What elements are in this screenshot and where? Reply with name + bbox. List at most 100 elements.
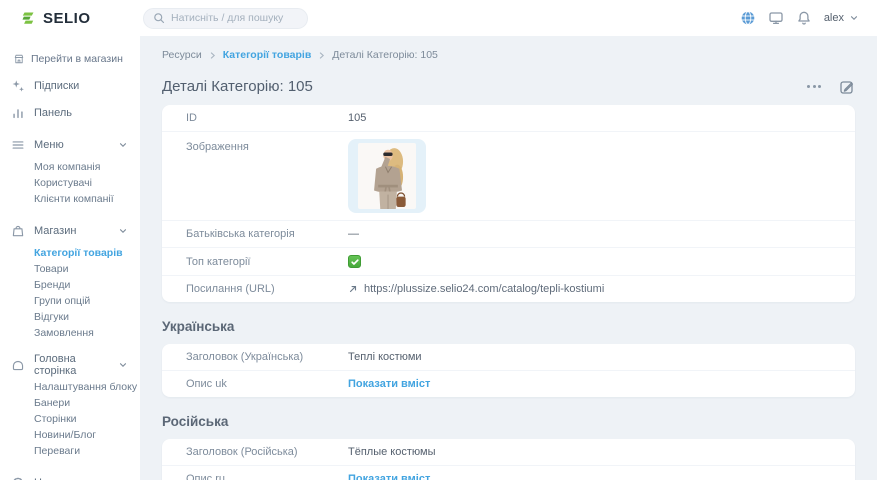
breadcrumb-item-resources[interactable]: Ресурси (162, 49, 202, 61)
search-input[interactable] (171, 12, 298, 24)
edit-icon[interactable] (839, 79, 855, 95)
sidebar-submenu-store: Категорії товарів Товари Бренди Групи оп… (0, 244, 140, 346)
sidebar-item-reviews[interactable]: Відгуки (0, 309, 140, 325)
breadcrumb-item-categories[interactable]: Категорії товарів (223, 49, 312, 61)
field-label: Топ категорії (186, 256, 348, 268)
brand-logo[interactable]: SELIO (0, 10, 140, 27)
detail-row-title-uk: Заголовок (Українська) Теплі костюми (162, 344, 855, 371)
breadcrumb: Ресурси Категорії товарів Деталі Категор… (162, 49, 855, 61)
ukrainian-card: Заголовок (Українська) Теплі костюми Опи… (162, 344, 855, 397)
sidebar-item-label: Магазин (34, 225, 109, 237)
chevron-down-icon (118, 360, 128, 370)
sidebar-item-product-categories[interactable]: Категорії товарів (0, 245, 140, 261)
bar-chart-icon (11, 106, 25, 120)
sidebar-item-menu[interactable]: Меню (0, 131, 140, 158)
field-value: — (348, 228, 359, 240)
app-window: SELIO (0, 0, 877, 480)
user-menu[interactable]: alex (824, 12, 859, 24)
chevron-down-icon (849, 13, 859, 23)
top-bar: SELIO (0, 0, 877, 36)
sidebar-item-products[interactable]: Товари (0, 261, 140, 277)
app-body: Перейти в магазин Підписки Панель (0, 36, 877, 480)
sidebar-submenu-home: Налаштування блоку Банери Сторінки Новин… (0, 378, 140, 464)
category-image (358, 143, 416, 209)
details-card: ID 105 Зображення (162, 105, 855, 302)
sidebar-item-subscriptions[interactable]: Підписки (0, 72, 140, 99)
sidebar-item-label: Головна сторінка (34, 353, 109, 377)
sidebar-item-brands[interactable]: Бренди (0, 277, 140, 293)
sidebar-item-store[interactable]: Магазин (0, 217, 140, 244)
sidebar-item-label: Панель (34, 107, 128, 119)
field-label: Опис uk (186, 378, 348, 390)
main-content: Ресурси Категорії товарів Деталі Категор… (140, 36, 877, 480)
category-url-text: https://plussize.selio24.com/catalog/tep… (364, 283, 604, 295)
sidebar-item-goto-store[interactable]: Перейти в магазин (0, 46, 140, 72)
brand-name: SELIO (43, 10, 91, 27)
sidebar-item-label: Налаштування (34, 477, 110, 480)
detail-row-top-category: Топ категорії (162, 248, 855, 276)
chevron-down-icon (118, 226, 128, 236)
sidebar-item-home-page[interactable]: Головна сторінка (0, 351, 140, 378)
field-label: Зображення (186, 139, 348, 153)
detail-row-image: Зображення (162, 132, 855, 221)
category-image-thumbnail[interactable] (348, 139, 426, 213)
language-globe-icon[interactable] (740, 10, 756, 26)
gear-icon (11, 476, 25, 480)
show-content-link-ru[interactable]: Показати вміст (348, 473, 430, 480)
selio-logo-icon (20, 10, 36, 26)
sidebar-item-label: Меню (34, 139, 109, 151)
notifications-bell-icon[interactable] (796, 10, 812, 26)
more-actions-button[interactable] (805, 81, 823, 92)
user-name: alex (824, 12, 844, 24)
sidebar: Перейти в магазин Підписки Панель (0, 36, 140, 480)
detail-row-url: Посилання (URL) https://plussize.selio24… (162, 276, 855, 302)
field-label: Заголовок (Українська) (186, 351, 348, 363)
sidebar-item-dashboard[interactable]: Панель (0, 99, 140, 126)
detail-row-description-ru: Опис ru Показати вміст (162, 466, 855, 480)
breadcrumb-item-current: Деталі Категорію: 105 (332, 49, 438, 61)
field-label: Посилання (URL) (186, 283, 348, 295)
field-label: Батьківська категорія (186, 228, 348, 240)
home-page-icon (11, 358, 25, 372)
field-label: ID (186, 112, 348, 124)
detail-row-description-uk: Опис uk Показати вміст (162, 371, 855, 397)
field-label: Опис ru (186, 473, 348, 480)
sidebar-item-option-groups[interactable]: Групи опцій (0, 293, 140, 309)
page-actions (805, 79, 855, 95)
sidebar-item-news-blog[interactable]: Новини/Блог (0, 427, 140, 443)
sidebar-item-company-clients[interactable]: Клієнти компанії (0, 191, 140, 207)
page-title: Деталі Категорію: 105 (162, 78, 313, 95)
sidebar-item-settings[interactable]: Налаштування (0, 469, 140, 480)
russian-card: Заголовок (Російська) Тёплые костюмы Опи… (162, 439, 855, 480)
shopping-bag-icon (11, 224, 25, 238)
sparkles-icon (11, 79, 25, 93)
sidebar-item-orders[interactable]: Замовлення (0, 325, 140, 341)
sidebar-item-benefits[interactable]: Переваги (0, 443, 140, 459)
show-content-link-uk[interactable]: Показати вміст (348, 378, 430, 390)
display-icon[interactable] (768, 10, 784, 26)
sidebar-item-block-settings[interactable]: Налаштування блоку (0, 379, 140, 395)
section-title-ukrainian: Українська (162, 319, 855, 334)
page-header: Деталі Категорію: 105 (162, 78, 855, 95)
chevron-down-icon (118, 140, 128, 150)
field-value: Тёплые костюмы (348, 446, 435, 458)
sidebar-item-banners[interactable]: Банери (0, 395, 140, 411)
field-value: 105 (348, 112, 366, 124)
category-url-link[interactable]: https://plussize.selio24.com/catalog/tep… (348, 283, 604, 295)
chevron-right-icon (317, 51, 326, 60)
menu-lines-icon (11, 138, 25, 152)
detail-row-id: ID 105 (162, 105, 855, 132)
search-icon (153, 12, 165, 24)
storefront-icon (13, 53, 25, 65)
sidebar-item-pages[interactable]: Сторінки (0, 411, 140, 427)
top-category-checkbox[interactable] (348, 255, 361, 268)
chevron-right-icon (208, 51, 217, 60)
global-search[interactable] (143, 8, 308, 29)
detail-row-title-ru: Заголовок (Російська) Тёплые костюмы (162, 439, 855, 466)
sidebar-item-label: Підписки (34, 80, 128, 92)
top-right-controls: alex (740, 10, 877, 26)
sidebar-item-users[interactable]: Користувачі (0, 175, 140, 191)
field-value: Теплі костюми (348, 351, 422, 363)
sidebar-item-my-company[interactable]: Моя компанія (0, 159, 140, 175)
section-title-russian: Російська (162, 414, 855, 429)
